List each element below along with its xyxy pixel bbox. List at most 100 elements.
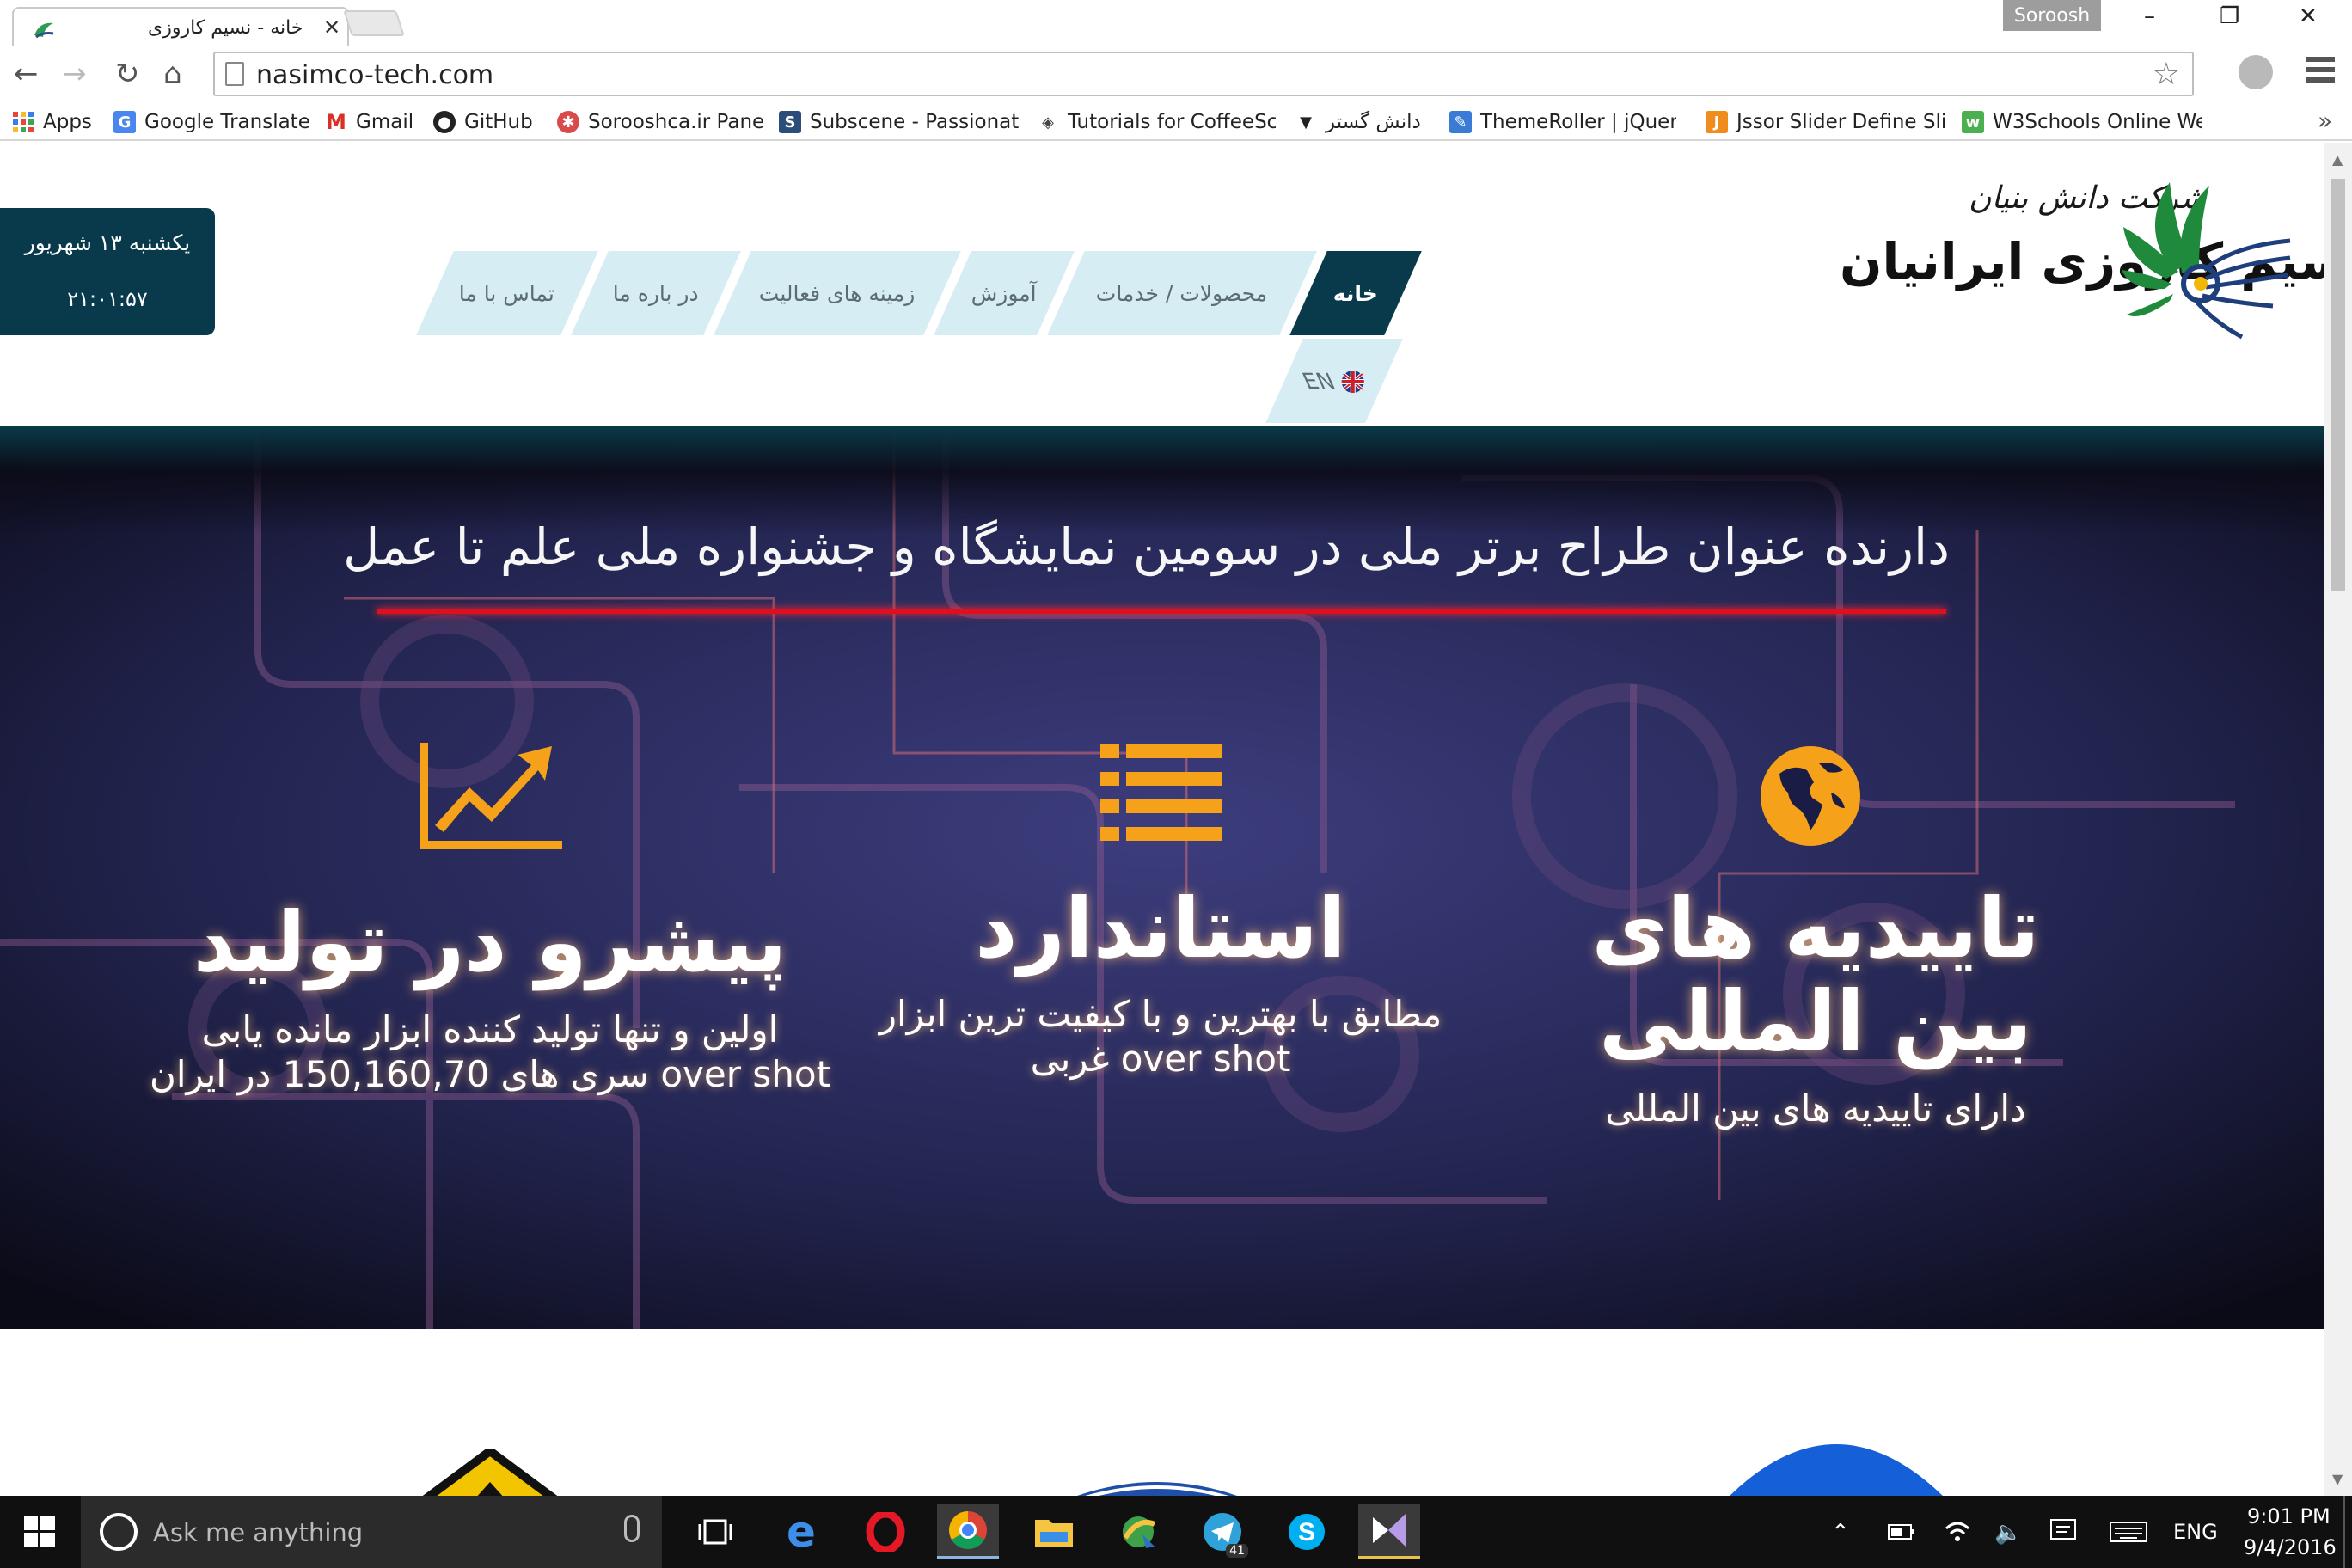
nav-about-label: در باره ما [613, 280, 699, 306]
nav-training-label: آموزش [971, 280, 1037, 306]
bookmark-star-icon[interactable]: ☆ [2153, 57, 2180, 92]
w3schools-icon: w [1962, 111, 1984, 133]
bookmark-label: W3Schools Online We [1993, 111, 2202, 133]
minimize-button[interactable]: – [2144, 3, 2155, 29]
scroll-up-arrow-icon[interactable]: ▲ [2332, 151, 2343, 168]
clock-time[interactable]: 9:01 PM [2247, 1504, 2331, 1528]
taskbar-opera[interactable] [854, 1504, 916, 1559]
bookmark-themeroller[interactable]: ✎ ThemeRoller | jQuery [1449, 108, 1676, 136]
scroll-down-arrow-icon[interactable]: ▼ [2332, 1471, 2343, 1487]
taskbar-file-explorer[interactable] [1023, 1504, 1085, 1559]
feature-standard: استاندارد مطابق با بهترین و با کیفیت تری… [817, 882, 1504, 1081]
forward-button[interactable]: → [62, 57, 87, 91]
bookmark-coffeescript[interactable]: ◈ Tutorials for CoffeeSc [1037, 108, 1276, 136]
current-date: یکشنبه ۱۳ شهریور [24, 230, 191, 255]
page-scrollbar[interactable]: ▲ ▼ [2324, 143, 2352, 1496]
bookmark-google-translate[interactable]: G Google Translate [113, 108, 309, 136]
nav-activities-label: زمینه های فعالیت [759, 280, 916, 306]
bookmarks-bar: Apps G Google Translate M Gmail ● GitHub… [0, 101, 2352, 141]
tab-title: خانه - نسیم کاروزی [148, 17, 303, 39]
bookmark-subscene[interactable]: S Subscene - Passionate [779, 108, 1020, 136]
hero-title-underline [377, 609, 1946, 614]
taskbar-edge[interactable]: e [770, 1504, 832, 1559]
task-view-button[interactable] [684, 1504, 746, 1559]
bookmark-apps[interactable]: Apps [12, 108, 101, 136]
keyboard-icon[interactable] [2110, 1522, 2147, 1542]
danesh-gostar-icon: ▼ [1300, 113, 1312, 132]
scrollbar-thumb[interactable] [2331, 179, 2345, 591]
extension-icon[interactable] [2239, 55, 2273, 89]
bookmark-w3schools[interactable]: w W3Schools Online We [1962, 108, 2202, 136]
show-desktop-button[interactable] [2343, 1496, 2352, 1568]
taskbar-skype[interactable]: S [1276, 1504, 1338, 1559]
nav-activities[interactable]: زمینه های فعالیت [714, 251, 961, 335]
task-view-icon [698, 1519, 732, 1545]
action-center-icon[interactable] [2049, 1518, 2077, 1546]
volume-icon[interactable]: 🔈 [1994, 1520, 2022, 1546]
cortana-search-box[interactable]: Ask me anything [81, 1496, 662, 1568]
reload-button[interactable]: ↻ [115, 57, 140, 91]
taskbar-chrome[interactable] [937, 1504, 999, 1559]
nav-about[interactable]: در باره ما [571, 251, 741, 335]
nav-contact[interactable]: تماس با ما [416, 251, 598, 335]
blue-circle-icon [1730, 1444, 1943, 1496]
home-button[interactable]: ⌂ [163, 57, 182, 91]
globe-network-icon [1077, 1482, 1237, 1496]
clock-date[interactable]: 9/4/2016 [2244, 1535, 2337, 1559]
date-time-box: یکشنبه ۱۳ شهریور ۲۱:۰۱:۵۷ [0, 208, 215, 335]
taskbar-internet-download-manager[interactable] [1107, 1504, 1169, 1559]
folder-icon [1035, 1520, 1073, 1547]
bookmark-label: Google Translate [144, 111, 309, 133]
taskbar-telegram[interactable]: 41 [1191, 1504, 1253, 1559]
bookmarks-overflow-button[interactable]: » [2318, 107, 2332, 135]
feature-description: اولین و تنها تولید کننده ابزار مانده یاب… [201, 1008, 779, 1050]
address-bar[interactable]: nasimco-tech.com ☆ [213, 52, 2194, 96]
show-hidden-icons-icon[interactable]: ⌃ [1831, 1520, 1850, 1546]
bookmark-github[interactable]: ● GitHub [433, 108, 540, 136]
bookmark-danesh-gostar[interactable]: ▼ دانش گستر [1295, 108, 1430, 136]
taskbar-visual-studio[interactable] [1358, 1504, 1420, 1559]
bookmark-label: GitHub [464, 111, 533, 133]
back-button[interactable]: ← [14, 57, 39, 91]
feature-description: over shot غربی [1030, 1038, 1291, 1080]
tab-close-icon[interactable]: ✕ [323, 15, 340, 40]
visual-studio-icon [1373, 1514, 1406, 1547]
feature-description: مطابق با بهترین و با کیفیت ترین ابزار [879, 993, 1442, 1035]
jssor-icon: J [1706, 111, 1728, 133]
idm-globe-icon [1123, 1516, 1156, 1548]
bookmark-label: Tutorials for CoffeeSc [1068, 111, 1276, 133]
google-translate-icon: G [113, 111, 136, 133]
trend-chart-icon [420, 743, 562, 849]
nav-products[interactable]: محصولات / خدمات [1047, 251, 1317, 335]
list-icon [1100, 744, 1222, 841]
windows-start-icon[interactable] [24, 1516, 55, 1547]
bookmark-gmail[interactable]: M Gmail [325, 108, 414, 136]
nav-language-en[interactable]: EN [1265, 339, 1403, 423]
panel-icon: ✱ [557, 111, 579, 133]
microphone-icon[interactable] [624, 1515, 640, 1542]
bookmark-label: Apps [43, 111, 92, 133]
windows-taskbar: Ask me anything e 41 S ⌃ 🔈 ENG 9:01 PM 9… [0, 1496, 2352, 1568]
nav-home-label: خانه [1333, 280, 1378, 306]
battery-icon[interactable] [1888, 1523, 1915, 1540]
close-window-button[interactable]: ✕ [2299, 3, 2318, 29]
bookmark-sorooshca[interactable]: ✱ Sorooshca.ir Panel [557, 108, 763, 136]
bookmark-label: ThemeRoller | jQuery [1480, 111, 1676, 133]
chrome-menu-icon[interactable] [2306, 57, 2335, 88]
browser-tab[interactable]: خانه - نسیم کاروزی ✕ [12, 7, 349, 46]
coffeescript-icon: ◈ [1042, 113, 1054, 132]
company-logo[interactable]: شرکت دانش بنیان نسیم کاروزی ایرانیان [1828, 177, 2324, 340]
url-text[interactable]: nasimco-tech.com [256, 60, 493, 90]
svg-text:S: S [1298, 1518, 1315, 1547]
bookmark-jssor[interactable]: J Jssor Slider Define Slid [1706, 108, 1945, 136]
page-viewport: یکشنبه ۱۳ شهریور ۲۱:۰۱:۵۷ خانه محصولات /… [0, 143, 2324, 1496]
profile-button[interactable]: Soroosh [2003, 0, 2101, 31]
new-tab-button[interactable] [343, 10, 405, 36]
wifi-icon[interactable] [1945, 1520, 1970, 1544]
restore-button[interactable]: ❐ [2220, 3, 2239, 29]
apps-grid-icon [12, 111, 34, 133]
feature-heading: بین المللی [1599, 973, 2032, 1069]
feature-description: دارای تاییدیه های بین المللی [1605, 1087, 2026, 1130]
input-language[interactable]: ENG [2173, 1520, 2218, 1544]
current-time: ۲۱:۰۱:۵۷ [67, 287, 148, 311]
